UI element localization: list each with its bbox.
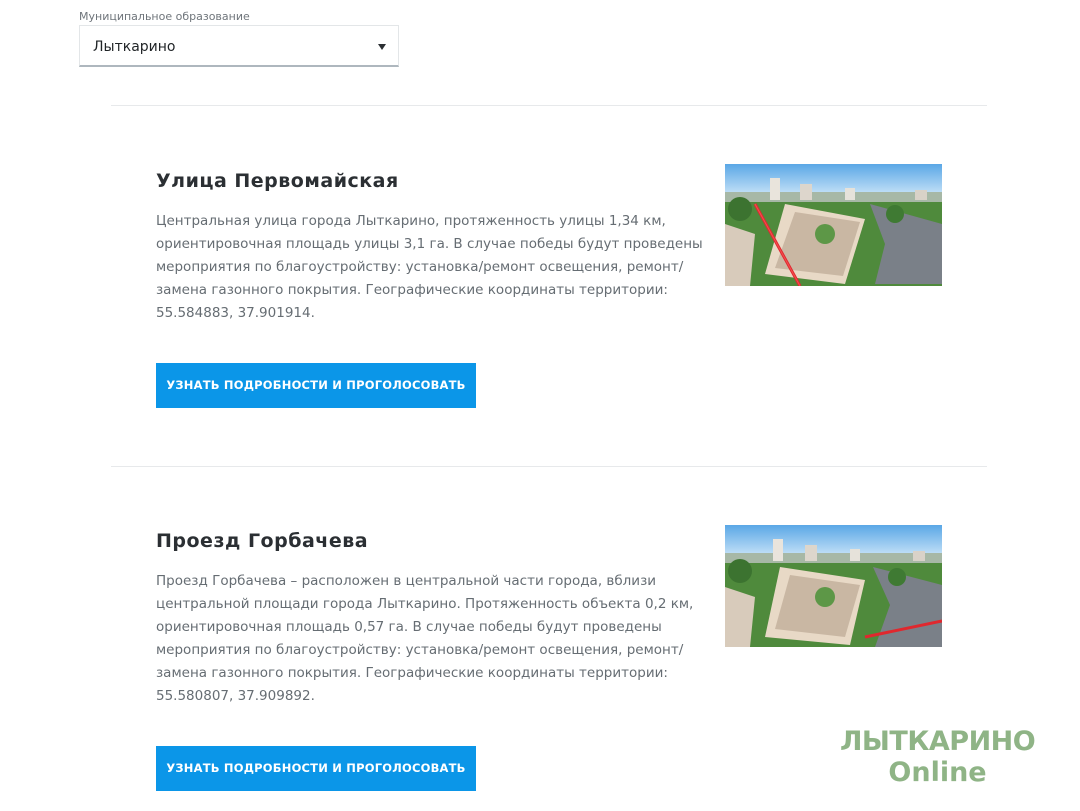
details-and-vote-button[interactable]: УЗНАТЬ ПОДРОБНОСТИ И ПРОГОЛОСОВАТЬ (156, 746, 476, 791)
project-title: Улица Первомайская (156, 170, 399, 192)
municipality-select[interactable]: Лыткарино (79, 25, 399, 67)
details-and-vote-button[interactable]: УЗНАТЬ ПОДРОБНОСТИ И ПРОГОЛОСОВАТЬ (156, 363, 476, 408)
project-description-line: 55.584883, 37.901914. (156, 305, 315, 321)
logo-line-2: Online (888, 757, 987, 788)
project-description-line: замена газонного покрытия. Географически… (156, 665, 668, 681)
project-photo[interactable] (725, 164, 942, 286)
project-description-line: ориентировочная площадь 0,57 га. В случа… (156, 619, 662, 635)
project-description-line: мероприятия по благоустройству: установк… (156, 259, 684, 275)
divider (111, 466, 987, 467)
project-photo[interactable] (725, 525, 942, 647)
project-description: Проезд Горбачева – расположен в централь… (156, 570, 694, 708)
project-description-line: Центральная улица города Лыткарино, прот… (156, 213, 666, 229)
project-card-1: Улица Первомайская Центральная улица гор… (156, 164, 942, 410)
municipality-label: Муниципальное образование (79, 10, 250, 23)
aerial-city-photo (725, 525, 942, 647)
project-title: Проезд Горбачева (156, 530, 369, 552)
divider (111, 105, 987, 106)
caret-down-icon (378, 44, 386, 50)
project-description-line: ориентировочная площадь улицы 3,1 га. В … (156, 236, 703, 252)
logo-line-1: ЛЫТКАРИНО (840, 726, 1036, 757)
project-description-line: замена газонного покрытия. Географически… (156, 282, 668, 298)
municipality-select-value: Лыткарино (93, 39, 176, 55)
project-description-line: Проезд Горбачева – расположен в централь… (156, 573, 657, 589)
project-description-line: мероприятия по благоустройству: установк… (156, 642, 684, 658)
lytkarino-online-logo: ЛЫТКАРИНО Online (840, 726, 1036, 788)
aerial-city-photo (725, 164, 942, 286)
project-card-2: Проезд Горбачева Проезд Горбачева – расп… (156, 525, 942, 792)
project-description-line: 55.580807, 37.909892. (156, 688, 315, 704)
project-description-line: центральной площади города Лыткарино. Пр… (156, 596, 694, 612)
project-description: Центральная улица города Лыткарино, прот… (156, 210, 703, 325)
